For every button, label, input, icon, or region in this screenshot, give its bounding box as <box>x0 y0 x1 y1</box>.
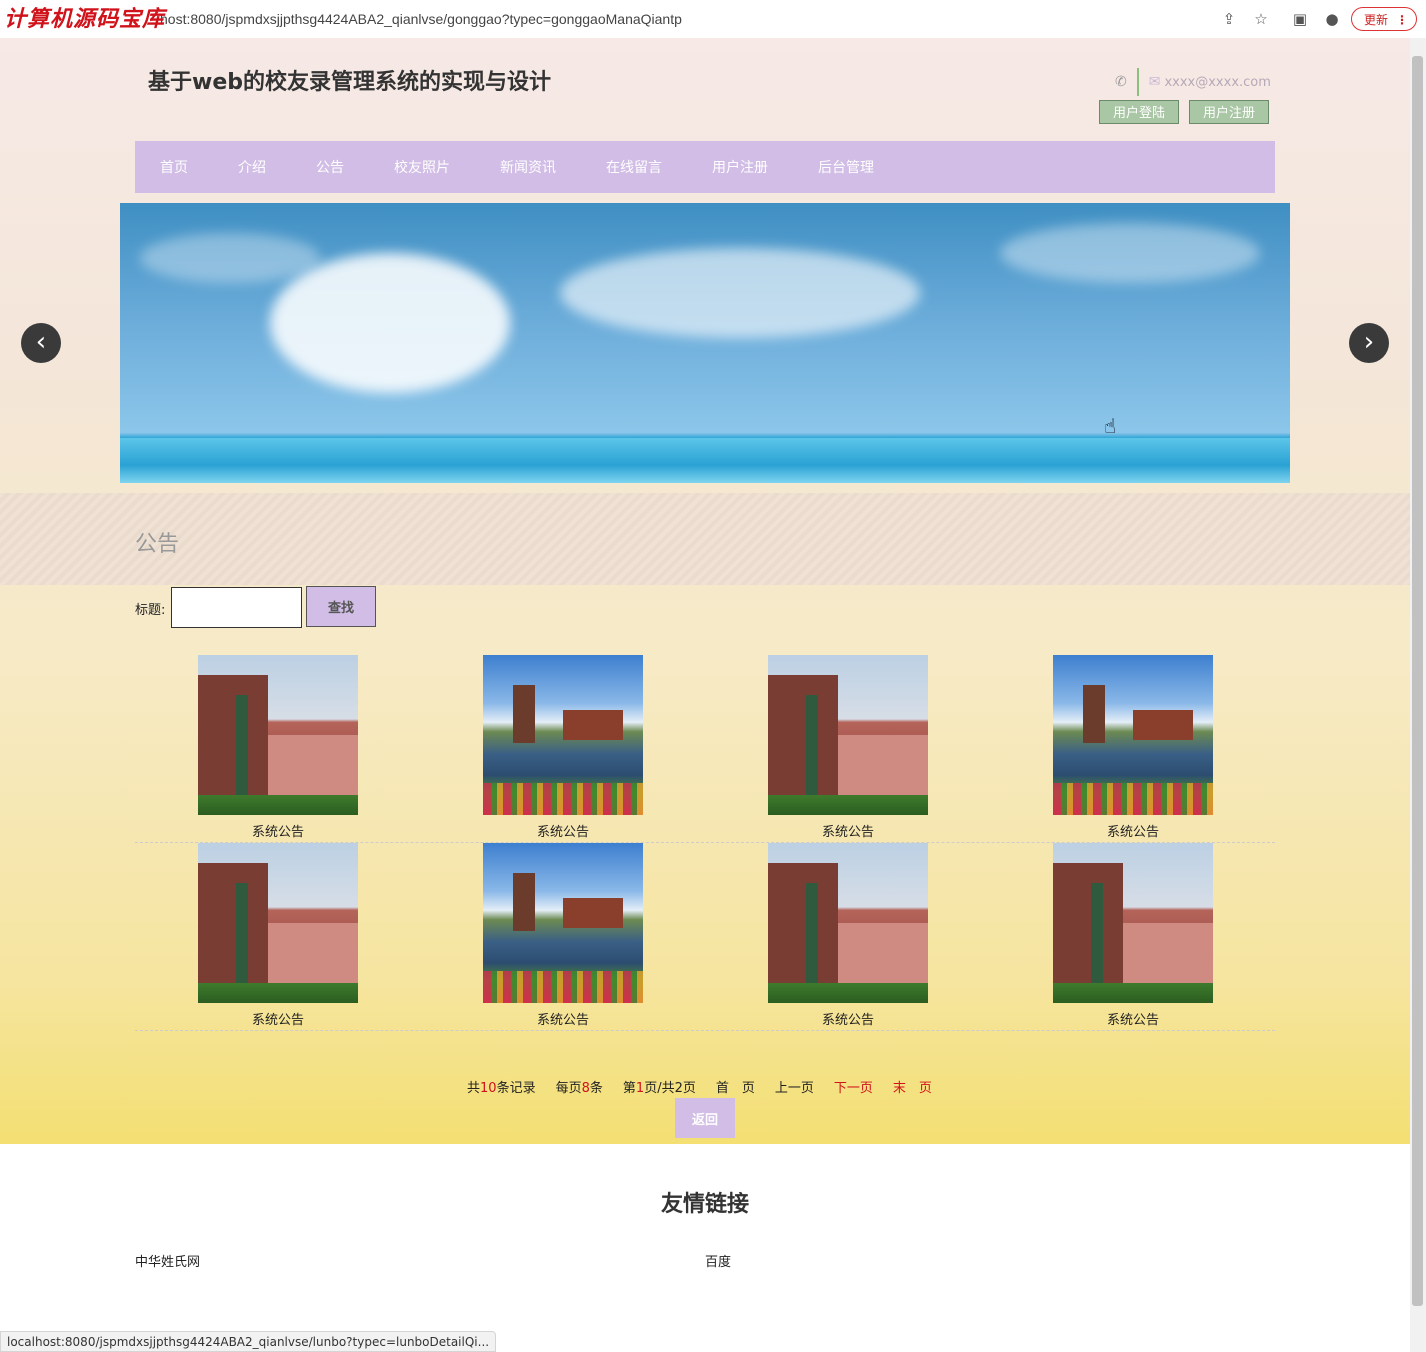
cloud <box>140 233 320 283</box>
notice-card[interactable]: 系统公告 <box>198 655 358 840</box>
nav-item-intro[interactable]: 介绍 <box>238 157 266 177</box>
browser-toolbar: host:8080/jspmdxsjjpthsg4424ABA2_qianlvs… <box>0 0 1426 39</box>
pager-page-current: 1 <box>635 1081 645 1096</box>
menu-dots-icon: ⋮ <box>1396 13 1408 27</box>
profile-icon[interactable]: ● <box>1322 9 1342 29</box>
notice-thumbnail[interactable] <box>198 843 358 1003</box>
notice-thumbnail[interactable] <box>483 655 643 815</box>
banner-carousel[interactable] <box>120 203 1290 483</box>
pager-page-pre: 第 <box>622 1081 636 1096</box>
notice-thumbnail[interactable] <box>198 655 358 815</box>
pager-total-pre: 共 <box>467 1081 481 1096</box>
notice-thumbnail[interactable] <box>768 655 928 815</box>
pager-first[interactable]: 首 页 <box>716 1077 755 1096</box>
nav-item-notice[interactable]: 公告 <box>316 157 344 177</box>
register-button[interactable]: 用户注册 <box>1189 100 1269 124</box>
pager-per-count: 8 <box>581 1081 590 1096</box>
sidepanel-icon[interactable]: ▣ <box>1290 9 1310 29</box>
main-nav: 首页 介绍 公告 校友照片 新闻资讯 在线留言 用户注册 后台管理 <box>135 141 1275 193</box>
address-bar[interactable]: host:8080/jspmdxsjjpthsg4424ABA2_qianlvs… <box>160 11 682 27</box>
pager-prev[interactable]: 上一页 <box>775 1077 814 1096</box>
scrollbar-thumb[interactable] <box>1412 56 1423 1306</box>
friend-links-title: 友情链接 <box>660 1192 749 1217</box>
notice-caption[interactable]: 系统公告 <box>1053 821 1213 840</box>
pager-last[interactable]: 末 页 <box>893 1077 932 1096</box>
notice-card[interactable]: 系统公告 <box>483 843 643 1028</box>
search-button[interactable]: 查找 <box>306 586 376 627</box>
status-bar-url: localhost:8080/jspmdxsjjpthsg4424ABA2_qi… <box>0 1331 497 1352</box>
search-label: 标题: <box>135 603 166 618</box>
mail-icon: ✉ <box>1148 74 1161 90</box>
carousel-prev-icon[interactable]: ‹ <box>21 323 61 363</box>
notice-thumbnail[interactable] <box>483 843 643 1003</box>
sea <box>120 438 1290 483</box>
row-divider <box>135 1030 1275 1031</box>
friend-link-surname[interactable]: 中华姓氏网 <box>135 1251 200 1270</box>
notice-card[interactable]: 系统公告 <box>198 843 358 1028</box>
nav-item-home[interactable]: 首页 <box>160 157 188 177</box>
section-band <box>0 493 1410 585</box>
notice-caption[interactable]: 系统公告 <box>768 821 928 840</box>
pager-total-post: 条记录 <box>496 1081 536 1096</box>
heart-cloud <box>270 253 510 393</box>
contact-email: xxxx@xxxx.com <box>1164 74 1271 90</box>
carousel-next-icon[interactable]: › <box>1349 323 1389 363</box>
title-search-input[interactable] <box>171 587 302 628</box>
contact-divider <box>1136 68 1139 96</box>
nav-item-news[interactable]: 新闻资讯 <box>500 157 556 177</box>
update-button[interactable]: 更新 ⋮ <box>1351 7 1417 31</box>
nav-item-register[interactable]: 用户注册 <box>712 157 768 177</box>
site-title: 基于web的校友录管理系统的实现与设计 <box>148 70 551 95</box>
share-icon[interactable]: ⇪ <box>1219 9 1239 29</box>
notice-card[interactable]: 系统公告 <box>768 843 928 1028</box>
pager-per-pre: 每页 <box>555 1081 582 1096</box>
notice-card[interactable]: 系统公告 <box>768 655 928 840</box>
back-button[interactable]: 返回 <box>675 1098 735 1138</box>
notice-card[interactable]: 系统公告 <box>483 655 643 840</box>
hand-cursor-icon: ☝ <box>1104 414 1117 438</box>
update-label: 更新 <box>1364 13 1389 27</box>
phone-icon: ✆ <box>1115 74 1127 90</box>
friend-link-baidu[interactable]: 百度 <box>705 1251 731 1270</box>
notice-caption[interactable]: 系统公告 <box>198 821 358 840</box>
notice-caption[interactable]: 系统公告 <box>483 1009 643 1028</box>
login-button[interactable]: 用户登陆 <box>1099 100 1179 124</box>
cloud <box>1000 223 1260 283</box>
nav-item-messages[interactable]: 在线留言 <box>606 157 662 177</box>
pagination: 共10条记录 每页8条 第1页/共2页 首 页 上一页 下一页 末 页 <box>467 1077 932 1096</box>
pager-total: 共10条记录 <box>467 1077 536 1096</box>
pager-per-post: 条 <box>589 1081 603 1096</box>
section-title: 公告 <box>135 532 180 557</box>
nav-item-photos[interactable]: 校友照片 <box>394 157 450 177</box>
notice-thumbnail[interactable] <box>1053 655 1213 815</box>
notice-caption[interactable]: 系统公告 <box>198 1009 358 1028</box>
notice-caption[interactable]: 系统公告 <box>768 1009 928 1028</box>
nav-item-admin[interactable]: 后台管理 <box>818 157 874 177</box>
pager-next[interactable]: 下一页 <box>834 1077 873 1096</box>
notice-card[interactable]: 系统公告 <box>1053 655 1213 840</box>
notice-caption[interactable]: 系统公告 <box>1053 1009 1213 1028</box>
notice-thumbnail[interactable] <box>1053 843 1213 1003</box>
pager-page-info: 第1页/共2页 <box>623 1077 696 1096</box>
notice-card[interactable]: 系统公告 <box>1053 843 1213 1028</box>
cloud <box>560 248 920 338</box>
star-icon[interactable]: ☆ <box>1251 9 1271 29</box>
pager-per-page: 每页8条 <box>556 1077 603 1096</box>
contact-info: ✆ ✉ xxxx@xxxx.com <box>1115 68 1271 96</box>
pager-total-count: 10 <box>480 1081 497 1096</box>
pager-page-post: 页/共2页 <box>644 1081 696 1096</box>
notice-thumbnail[interactable] <box>768 843 928 1003</box>
watermark-logo: 计算机源码宝库 <box>4 6 166 32</box>
notice-caption[interactable]: 系统公告 <box>483 821 643 840</box>
